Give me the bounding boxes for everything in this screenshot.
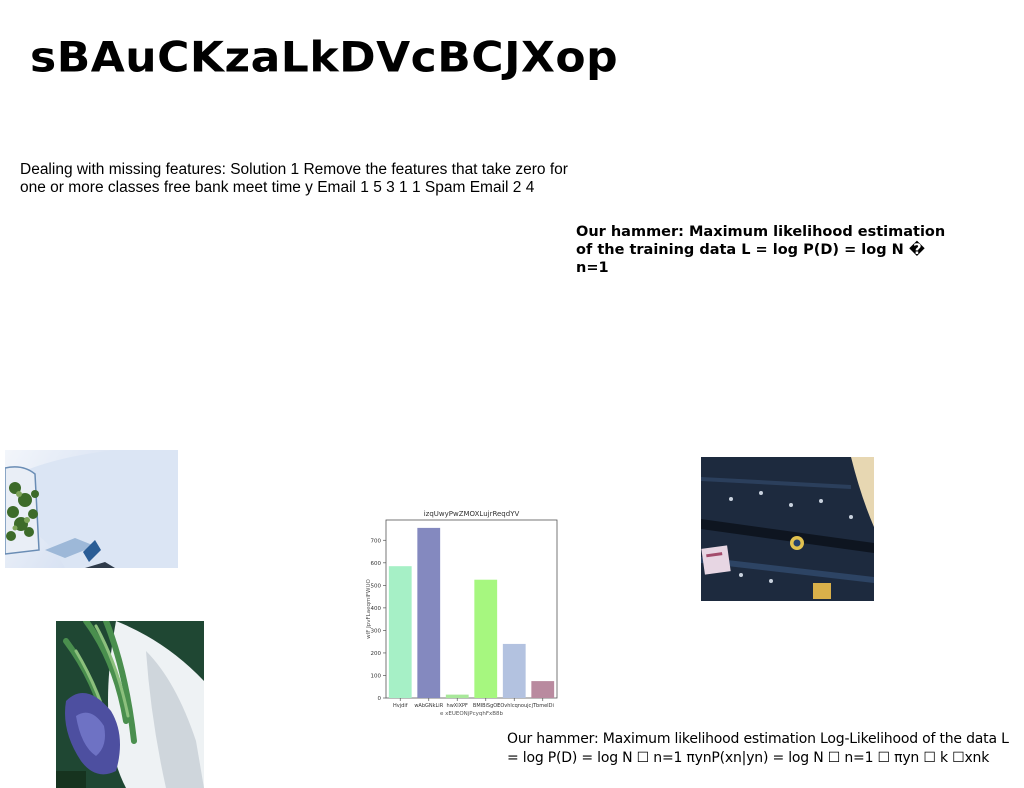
x-tick-label: jTbmeIDi	[531, 703, 554, 709]
bar-Hvjdif	[388, 566, 412, 698]
y-tick-label: 200	[371, 651, 382, 657]
chart-plot-area: izqUwyPwZMOXLujrReqdYV 0 100 200 300 400 500 60…	[366, 510, 558, 717]
trunk-photo	[701, 457, 874, 601]
bar-chart: izqUwyPwZMOXLujrReqdYV 0 100 200 300 400 500 60…	[366, 510, 558, 717]
y-axis-label: wlF JpvFLaeqmlFWUO	[366, 579, 372, 639]
x-tick-label: BMIBiSgOl	[473, 703, 499, 709]
tunnel-photo	[5, 450, 178, 568]
bags-photo	[56, 621, 204, 788]
hammer-heading-text: Our hammer: Maximum likelihood estimatio…	[576, 224, 946, 276]
y-tick-label: 600	[371, 561, 382, 567]
x-tick-label: hwXlXPF	[447, 703, 469, 709]
y-tick-label: 100	[371, 673, 382, 679]
x-tick-label: EOvhlcqnoujc	[497, 703, 531, 709]
page-title: sBAuCKzaLkDVcBCJXop	[30, 33, 619, 82]
y-tick-label: 400	[371, 606, 382, 612]
x-axis-label: e xEUEONjPcyqhFxB8b	[440, 711, 504, 717]
x-tick-label: Hvjdif	[393, 703, 408, 709]
log-likelihood-text: Our hammer: Maximum likelihood estimatio…	[507, 731, 1009, 766]
missing-features-text: Dealing with missing features: Solution …	[20, 161, 568, 196]
bar-jTbmeIDi	[531, 681, 555, 698]
bar-BMIBiSgOl	[474, 579, 498, 698]
bar-EOvhlcqnoujc	[502, 643, 526, 698]
y-tick-label: 700	[371, 538, 382, 544]
bar-wAbGNkLiR	[417, 527, 441, 698]
y-tick-label: 300	[371, 628, 382, 634]
y-tick-label: 500	[371, 583, 382, 589]
y-tick-label: 0	[378, 696, 382, 702]
bar-hwXlXPF	[445, 694, 469, 698]
chart-title: izqUwyPwZMOXLujrReqdYV	[424, 510, 520, 518]
x-tick-label: wAbGNkLiR	[414, 703, 443, 709]
